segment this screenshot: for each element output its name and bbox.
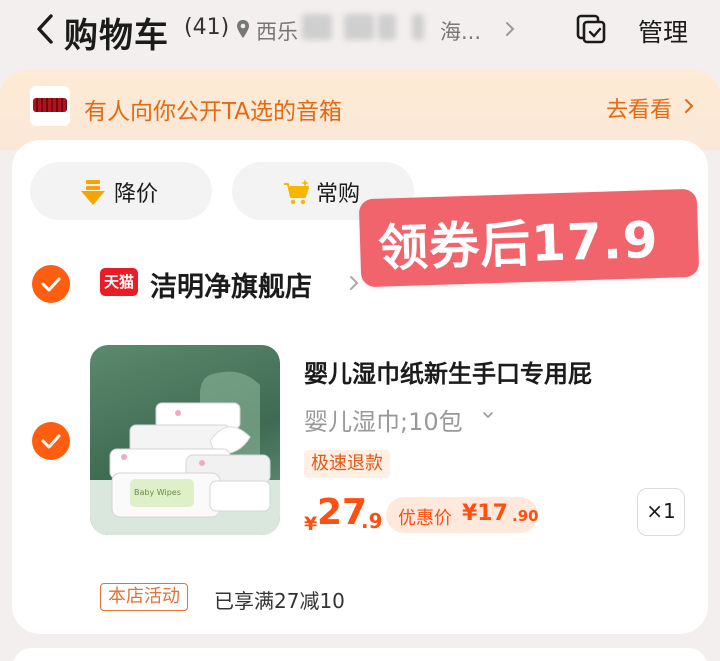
location-text-tail[interactable]: 海... bbox=[440, 16, 481, 46]
share-cart-icon[interactable] bbox=[574, 12, 608, 46]
blurred-address bbox=[412, 14, 424, 40]
manage-button[interactable]: 管理 bbox=[638, 13, 688, 49]
cart-store-card: 降价 常购 领券后17.9 天猫 洁明净旗舰店 Baby Wipes 婴儿湿巾纸… bbox=[12, 140, 708, 634]
cart-count: (41) bbox=[184, 15, 230, 40]
store-activity-text[interactable]: 已享满27减10 bbox=[214, 585, 345, 614]
blurred-address bbox=[302, 14, 332, 40]
wipes-package-illustration: Baby Wipes bbox=[90, 371, 280, 535]
item-select-checkbox[interactable] bbox=[32, 422, 70, 460]
store-name[interactable]: 洁明净旗舰店 bbox=[150, 265, 312, 304]
chevron-right-icon[interactable] bbox=[348, 274, 360, 292]
discount-label: 优惠价 bbox=[398, 508, 452, 529]
coupon-promo-overlay: 领券后17.9 bbox=[358, 188, 700, 288]
banner-link[interactable]: 去看看 bbox=[606, 92, 672, 124]
fast-refund-tag: 极速退款 bbox=[304, 450, 390, 478]
sku-selector[interactable]: 婴儿湿巾;10包 bbox=[304, 402, 463, 437]
promo-text: 领券后17.9 bbox=[377, 210, 660, 278]
chevron-right-icon bbox=[685, 99, 694, 113]
tmall-badge: 天猫 bbox=[100, 268, 138, 296]
top-bar: 购物车 (41) 西乐 海... 管理 bbox=[0, 0, 720, 64]
product-image[interactable]: Baby Wipes bbox=[90, 345, 280, 535]
store-activity-tag: 本店活动 bbox=[100, 583, 188, 611]
chip-label: 常购 bbox=[316, 182, 361, 207]
frequent-cart-icon bbox=[284, 179, 309, 205]
blurred-address bbox=[378, 14, 396, 40]
location-pin-icon bbox=[237, 20, 249, 38]
checkmark-icon bbox=[41, 277, 61, 292]
checkmark-icon bbox=[41, 434, 61, 449]
price-symbol: ¥ bbox=[304, 513, 318, 535]
quantity-button[interactable]: ×1 bbox=[637, 488, 685, 536]
chevron-down-icon[interactable] bbox=[482, 410, 494, 420]
store-select-checkbox[interactable] bbox=[32, 265, 70, 303]
chip-price-drop[interactable]: 降价 bbox=[30, 162, 212, 220]
page-title: 购物车 bbox=[64, 16, 169, 56]
package-label: Baby Wipes bbox=[134, 488, 181, 497]
product-title[interactable]: 婴儿湿巾纸新生手口专用屁 bbox=[304, 354, 592, 389]
discount-decimal: .90 bbox=[512, 507, 539, 525]
discount-amount: ¥17 bbox=[462, 501, 508, 526]
speaker-thumbnail bbox=[30, 86, 70, 126]
back-arrow-icon[interactable] bbox=[34, 12, 56, 46]
price-integer: 27 bbox=[317, 492, 368, 533]
price-decimal: .9 bbox=[361, 509, 383, 533]
speaker-image bbox=[33, 98, 67, 112]
next-store-card bbox=[12, 648, 708, 661]
price-drop-icon bbox=[81, 180, 105, 205]
blurred-address bbox=[344, 14, 374, 40]
chip-label: 降价 bbox=[114, 182, 159, 207]
location-text[interactable]: 西乐 bbox=[256, 16, 298, 46]
recommend-banner[interactable]: 有人向你公开TA选的音箱 去看看 bbox=[0, 70, 720, 150]
banner-text: 有人向你公开TA选的音箱 bbox=[84, 99, 342, 125]
chevron-right-icon[interactable] bbox=[503, 19, 517, 39]
discount-price-pill: 优惠价 ¥17 .90 bbox=[386, 497, 539, 533]
